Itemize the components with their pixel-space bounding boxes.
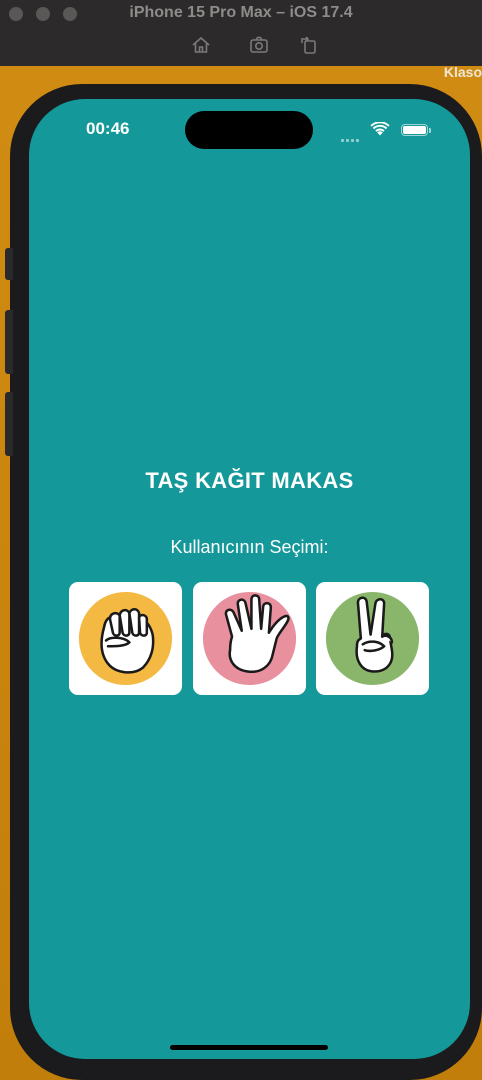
rock-button[interactable] [69, 582, 182, 695]
desktop-folder-label: Klaso [443, 64, 482, 80]
home-indicator[interactable] [170, 1045, 328, 1050]
volume-down-button[interactable] [5, 392, 13, 456]
dynamic-island [185, 111, 313, 149]
home-icon[interactable] [190, 34, 212, 56]
rotate-icon[interactable] [298, 34, 320, 56]
screenshot-icon[interactable] [248, 34, 270, 56]
status-time: 00:46 [86, 119, 130, 138]
open-hand-icon [202, 591, 297, 686]
phone-screen: 00:46 TAŞ KAĞIT MAKAS Kullanıcının Seçim… [29, 99, 470, 1059]
simulator-title: iPhone 15 Pro Max – iOS 17.4 [129, 4, 353, 21]
simulator-titlebar: iPhone 15 Pro Max – iOS 17.4 [0, 0, 482, 67]
battery-icon [401, 124, 428, 136]
cellular-signal-icon [341, 129, 361, 147]
peace-sign-icon [325, 591, 420, 686]
battery-tip [429, 128, 431, 133]
paper-button[interactable] [193, 582, 306, 695]
wifi-icon [370, 122, 390, 136]
action-button[interactable] [5, 248, 13, 280]
volume-up-button[interactable] [5, 310, 13, 374]
page-title: TAŞ KAĞIT MAKAS [145, 468, 354, 493]
choice-label: Kullanıcının Seçimi: [170, 537, 329, 557]
scissors-button[interactable] [316, 582, 429, 695]
fist-icon [78, 591, 173, 686]
